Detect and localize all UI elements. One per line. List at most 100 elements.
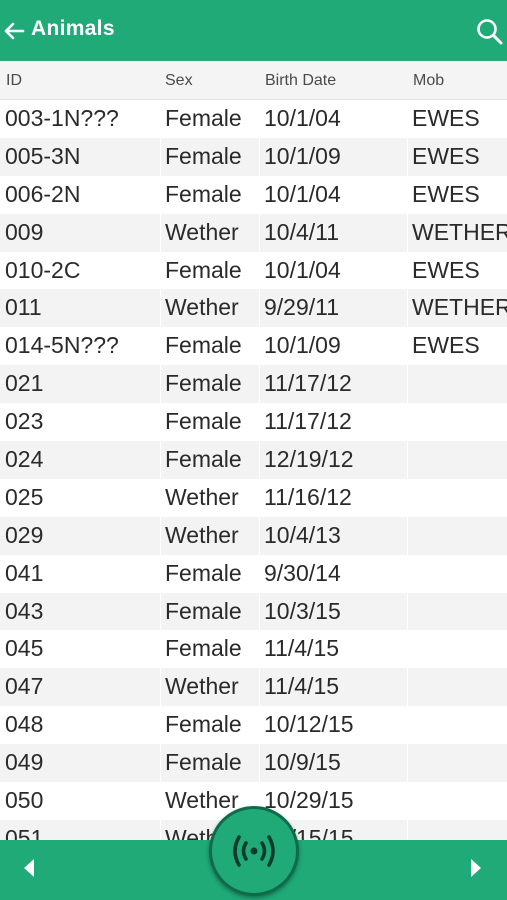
cell-id: 023 — [5, 408, 44, 435]
app-header: Animals — [0, 0, 507, 61]
column-divider — [160, 668, 161, 707]
column-divider — [259, 289, 260, 328]
cell-birth-date: 11/4/15 — [264, 673, 340, 700]
column-divider — [407, 403, 408, 442]
column-divider — [160, 630, 161, 669]
column-header-birth-date[interactable]: Birth Date — [265, 72, 336, 90]
cell-id: 024 — [5, 446, 44, 473]
cell-sex: Wether — [165, 218, 239, 245]
scan-button[interactable] — [209, 806, 299, 896]
column-divider — [160, 516, 161, 555]
cell-birth-date: 9/29/11 — [264, 294, 340, 321]
cell-mob — [412, 365, 507, 403]
column-divider — [160, 478, 161, 517]
column-divider — [407, 668, 408, 707]
column-divider — [407, 630, 408, 669]
search-icon[interactable] — [476, 18, 503, 45]
column-divider — [259, 668, 260, 707]
table-row[interactable]: 005-3N Female 10/1/09 EWES — [0, 137, 507, 176]
triangle-left-icon[interactable] — [22, 857, 36, 879]
cell-mob — [412, 668, 507, 706]
cell-birth-date: 10/1/04 — [264, 180, 341, 207]
column-divider — [259, 744, 260, 783]
cell-birth-date: 11/17/12 — [264, 370, 352, 397]
cell-mob: EWES — [412, 180, 480, 207]
cell-sex: Female — [165, 749, 242, 776]
column-divider — [407, 819, 408, 840]
column-divider — [160, 289, 161, 328]
table-row[interactable]: 021 Female 11/17/12 — [0, 365, 507, 404]
cell-birth-date: 11/17/12 — [264, 408, 352, 435]
cell-birth-date: 10/4/13 — [264, 521, 341, 548]
column-divider — [407, 365, 408, 404]
cell-sex: Female — [165, 446, 242, 473]
column-divider — [259, 554, 260, 593]
column-header-mob[interactable]: Mob — [413, 72, 444, 90]
table-row[interactable]: 024 Female 12/19/12 — [0, 441, 507, 479]
table-row[interactable]: 043 Female 10/3/15 — [0, 592, 507, 631]
animal-table: 003-1N??? Female 10/1/04 EWES 005-3N Female 10… — [0, 100, 507, 840]
column-divider — [160, 327, 161, 366]
cell-id: 025 — [5, 483, 44, 510]
cell-birth-date: 12/19/12 — [264, 446, 354, 473]
cell-id: 049 — [5, 749, 44, 776]
column-divider — [259, 441, 260, 479]
cell-mob — [412, 593, 507, 631]
cell-mob — [412, 441, 507, 479]
cell-id: 014-5N??? — [5, 332, 119, 359]
cell-sex: Female — [165, 332, 242, 359]
column-divider — [407, 706, 408, 745]
table-row[interactable]: 047 Wether 11/4/15 — [0, 668, 507, 707]
cell-birth-date: 10/12/15 — [264, 711, 354, 738]
table-row[interactable]: 049 Female 10/9/15 — [0, 744, 507, 783]
column-divider — [160, 137, 161, 176]
cell-id: 041 — [5, 559, 44, 586]
table-row[interactable]: 006-2N Female 10/1/04 EWES — [0, 175, 507, 214]
column-divider — [407, 478, 408, 517]
cell-id: 029 — [5, 521, 44, 548]
column-header-sex[interactable]: Sex — [165, 72, 193, 90]
column-divider — [407, 251, 408, 290]
cell-mob: WETHERS — [412, 218, 507, 245]
cell-id: 021 — [5, 370, 44, 397]
column-divider — [407, 782, 408, 820]
table-row[interactable]: 010-2C Female 10/1/04 EWES — [0, 251, 507, 290]
radio-signal-icon — [233, 835, 275, 867]
table-row[interactable]: 041 Female 9/30/14 — [0, 554, 507, 593]
cell-sex: Female — [165, 635, 242, 662]
cell-id: 048 — [5, 711, 44, 738]
column-divider — [407, 175, 408, 214]
cell-id: 011 — [5, 294, 42, 321]
cell-birth-date: 11/4/15 — [264, 635, 340, 662]
table-row[interactable]: 025 Wether 11/16/12 — [0, 478, 507, 517]
column-divider — [160, 403, 161, 442]
arrow-left-icon[interactable] — [3, 20, 25, 42]
column-divider — [259, 630, 260, 669]
column-divider — [407, 289, 408, 328]
table-row[interactable]: 029 Wether 10/4/13 — [0, 516, 507, 555]
cell-mob — [412, 744, 507, 782]
column-divider — [160, 706, 161, 745]
column-divider — [407, 441, 408, 479]
cell-birth-date: 10/1/04 — [264, 105, 341, 131]
cell-birth-date: 9/30/14 — [264, 559, 341, 586]
table-row[interactable]: 048 Female 10/12/15 — [0, 706, 507, 745]
table-row[interactable]: 014-5N??? Female 10/1/09 EWES — [0, 327, 507, 366]
page-title: Animals — [31, 17, 115, 40]
column-divider — [407, 100, 408, 138]
table-row[interactable]: 011 Wether 9/29/11 WETHERS — [0, 289, 507, 328]
cell-mob: EWES — [412, 332, 480, 359]
triangle-right-icon[interactable] — [469, 857, 483, 879]
column-header-id[interactable]: ID — [6, 72, 22, 90]
column-divider — [259, 365, 260, 404]
column-divider — [259, 516, 260, 555]
table-row[interactable]: 045 Female 11/4/15 — [0, 630, 507, 669]
table-row[interactable]: 009 Wether 10/4/11 WETHERS — [0, 213, 507, 252]
table-row[interactable]: 003-1N??? Female 10/1/04 EWES — [0, 100, 507, 138]
cell-mob: EWES — [412, 142, 480, 169]
column-divider — [407, 516, 408, 555]
column-divider — [259, 706, 260, 745]
cell-birth-date: 11/16/12 — [264, 483, 352, 510]
cell-mob: EWES — [412, 256, 480, 283]
table-row[interactable]: 023 Female 11/17/12 — [0, 403, 507, 442]
